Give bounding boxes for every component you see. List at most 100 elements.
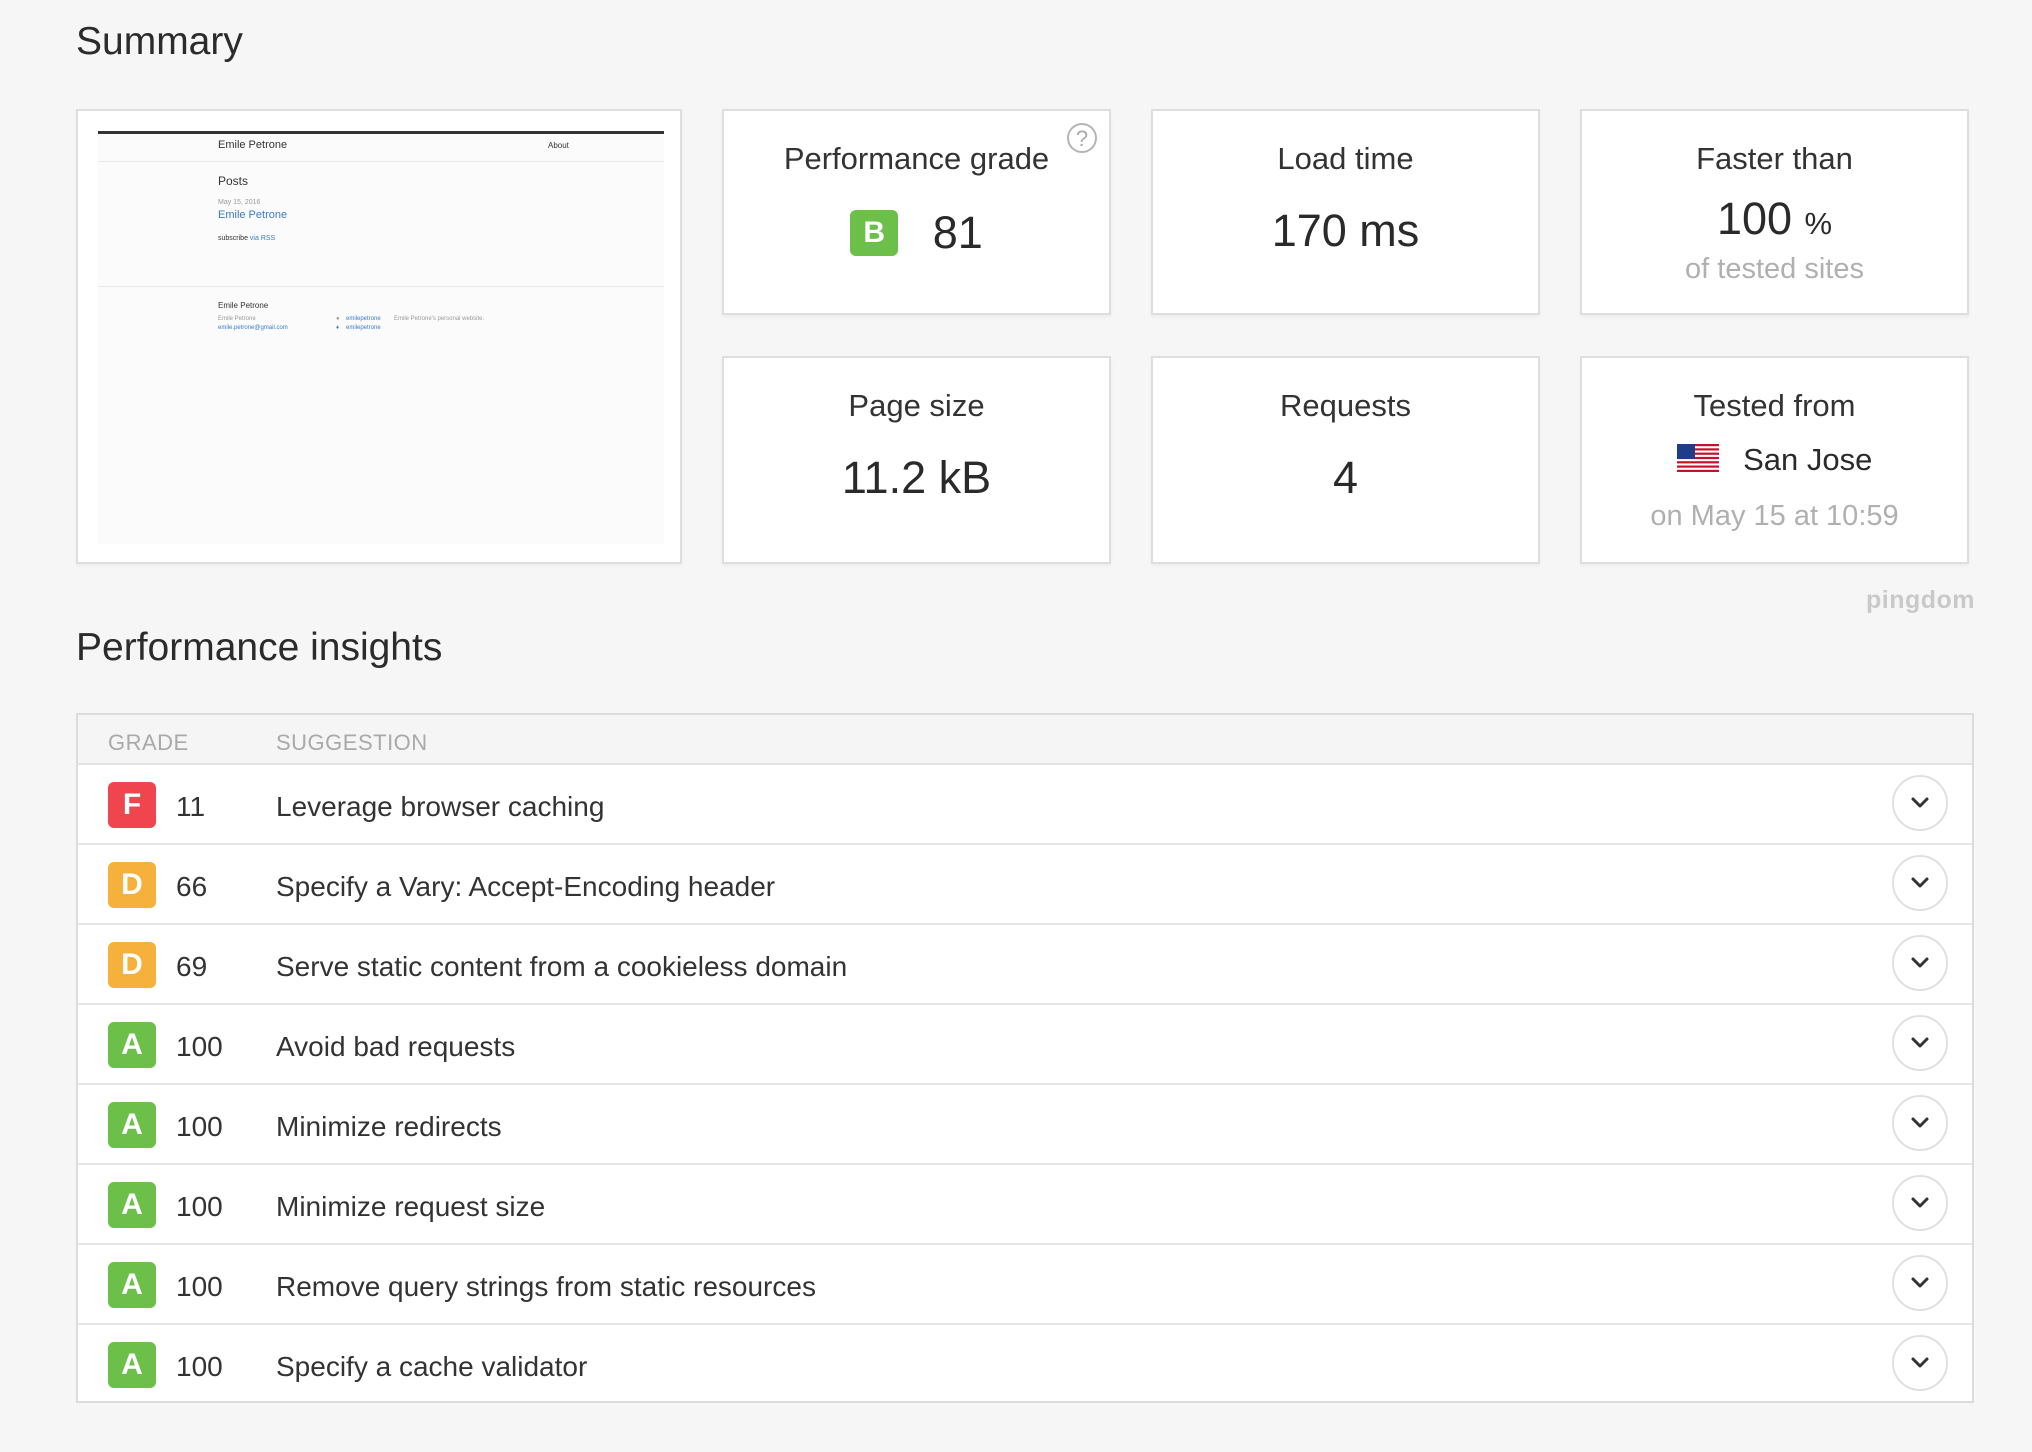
thumbnail-posts-heading: Posts — [218, 174, 249, 188]
expand-button[interactable] — [1892, 935, 1948, 991]
grade-badge: A — [108, 1102, 156, 1148]
grade-score: 11 — [176, 791, 206, 822]
load-time-label: Load time — [1277, 141, 1414, 176]
page-size-value: 11.2 kB — [841, 452, 992, 503]
grade-score: 100 — [176, 1031, 223, 1062]
grade-score: 100 — [176, 1271, 223, 1302]
suggestion-text: Leverage browser caching — [276, 791, 605, 822]
expand-button[interactable] — [1892, 1335, 1948, 1391]
thumbnail-subscribe-text: subscribe — [218, 235, 248, 242]
thumbnail-nav-about: About — [548, 141, 569, 150]
requests-value: 4 — [1332, 452, 1359, 503]
table-row[interactable]: A 100 Specify a cache validator — [78, 1325, 1972, 1405]
suggestion-text: Minimize request size — [276, 1191, 546, 1222]
suggestion-text: Serve static content from a cookieless d… — [276, 951, 848, 982]
grade-badge: D — [108, 862, 156, 908]
expand-button[interactable] — [1892, 855, 1948, 911]
grade-score: 100 — [176, 1351, 223, 1382]
page-size-label: Page size — [848, 388, 985, 423]
performance-grade-card: ? Performance grade B 81 — [722, 109, 1111, 315]
grade-score: 69 — [176, 951, 208, 982]
performance-grade-label: Performance grade — [783, 141, 1050, 176]
requests-label: Requests — [1280, 388, 1411, 423]
tested-from-label: Tested from — [1693, 388, 1856, 423]
suggestion-text: Specify a Vary: Accept-Encoding header — [276, 871, 776, 902]
grade-badge: D — [108, 942, 156, 988]
table-row[interactable]: A 100 Avoid bad requests — [78, 1005, 1972, 1085]
table-row[interactable]: F 11 Leverage browser caching — [78, 765, 1972, 845]
thumbnail-post-title: Emile Petrone — [218, 209, 288, 221]
insights-title: Performance insights — [76, 626, 443, 669]
faster-than-unit: % — [1804, 206, 1833, 241]
faster-than-value-wrap: 100 % — [1582, 193, 1967, 245]
chevron-down-icon — [1911, 1037, 1929, 1048]
expand-button[interactable] — [1892, 1015, 1948, 1071]
faster-than-value: 100 — [1716, 193, 1793, 244]
load-time-value: 170 ms — [1271, 205, 1420, 256]
tested-from-sub: on May 15 at 10:59 — [1650, 500, 1899, 532]
suggestion-text: Remove query strings from static resourc… — [276, 1271, 816, 1302]
thumbnail-footer-name: Emile Petrone — [218, 301, 269, 310]
faster-than-sub: of tested sites — [1685, 253, 1864, 285]
insights-table-header: GRADE SUGGESTION — [78, 715, 1972, 765]
expand-button[interactable] — [1892, 1255, 1948, 1311]
table-row[interactable]: A 100 Remove query strings from static res… — [78, 1245, 1972, 1325]
tested-from-card: Tested from San Jose on May 15 at 10:59 — [1580, 356, 1969, 564]
suggestion-text: Minimize redirects — [276, 1111, 502, 1142]
thumbnail-footer-description: Emile Petrone's personal website. — [394, 316, 485, 322]
expand-button[interactable] — [1892, 775, 1948, 831]
thumbnail-topbar — [98, 131, 664, 134]
thumbnail-subscribe: subscribe via RSS — [218, 235, 275, 242]
grade-badge: A — [108, 1262, 156, 1308]
grade-badge: B — [850, 210, 899, 256]
tested-from-location-wrap: San Jose — [1582, 442, 1967, 478]
site-thumbnail: Emile Petrone About Posts May 15, 2016 E… — [98, 131, 664, 544]
performance-score: 81 — [932, 207, 983, 258]
pingdom-logo[interactable]: pingdom — [1866, 586, 1975, 615]
grade-badge: A — [108, 1182, 156, 1228]
performance-grade-value: B 81 — [724, 207, 1109, 259]
thumbnail-site-name: Emile Petrone — [218, 139, 288, 151]
expand-button[interactable] — [1892, 1175, 1948, 1231]
grade-score: 66 — [176, 871, 208, 902]
faster-than-card: Faster than 100 % of tested sites — [1580, 109, 1969, 315]
chevron-down-icon — [1911, 1117, 1929, 1128]
chevron-down-icon — [1911, 1197, 1929, 1208]
table-row[interactable]: A 100 Minimize request size — [78, 1165, 1972, 1245]
tested-from-location: San Jose — [1743, 442, 1873, 477]
thumbnail-divider — [98, 161, 664, 162]
table-row[interactable]: D 69 Serve static content from a cookieles… — [78, 925, 1972, 1005]
expand-button[interactable] — [1892, 1095, 1948, 1151]
column-header-grade[interactable]: GRADE — [108, 730, 189, 756]
column-header-suggestion[interactable]: SUGGESTION — [276, 730, 428, 756]
thumbnail-footer-email: emile.petrone@gmail.com — [218, 325, 288, 331]
table-row[interactable]: A 100 Minimize redirects — [78, 1085, 1972, 1165]
insights-table: GRADE SUGGESTION F 11 Leverage browser cac… — [76, 713, 1974, 1403]
thumbnail-footer-divider — [98, 286, 664, 287]
thumbnail-post-date: May 15, 2016 — [218, 199, 261, 206]
chevron-down-icon — [1911, 1277, 1929, 1288]
chevron-down-icon — [1911, 877, 1929, 888]
suggestion-text: Avoid bad requests — [276, 1031, 516, 1062]
grade-score: 100 — [176, 1191, 223, 1222]
grade-badge: F — [108, 782, 156, 828]
summary-title: Summary — [76, 20, 243, 63]
chevron-down-icon — [1911, 1357, 1929, 1368]
faster-than-label: Faster than — [1696, 141, 1853, 176]
thumbnail-footer-twitter: emilepetrone — [346, 325, 381, 331]
chevron-down-icon — [1911, 957, 1929, 968]
twitter-icon: ♦ — [336, 325, 340, 331]
github-icon: ● — [336, 316, 340, 322]
thumbnail-rss-link: via RSS — [249, 235, 276, 242]
grade-score: 100 — [176, 1111, 223, 1142]
chevron-down-icon — [1911, 797, 1929, 808]
table-row[interactable]: D 66 Specify a Vary: Accept-Encoding heade… — [78, 845, 1972, 925]
suggestion-text: Specify a cache validator — [276, 1351, 588, 1382]
thumbnail-footer-name-small: Emile Petrone — [218, 316, 256, 322]
requests-card: Requests 4 — [1151, 356, 1540, 564]
grade-badge: A — [108, 1022, 156, 1068]
load-time-card: Load time 170 ms — [1151, 109, 1540, 315]
grade-badge: A — [108, 1342, 156, 1388]
us-flag-icon — [1676, 443, 1719, 477]
thumbnail-footer-github: emilepetrone — [346, 316, 381, 322]
